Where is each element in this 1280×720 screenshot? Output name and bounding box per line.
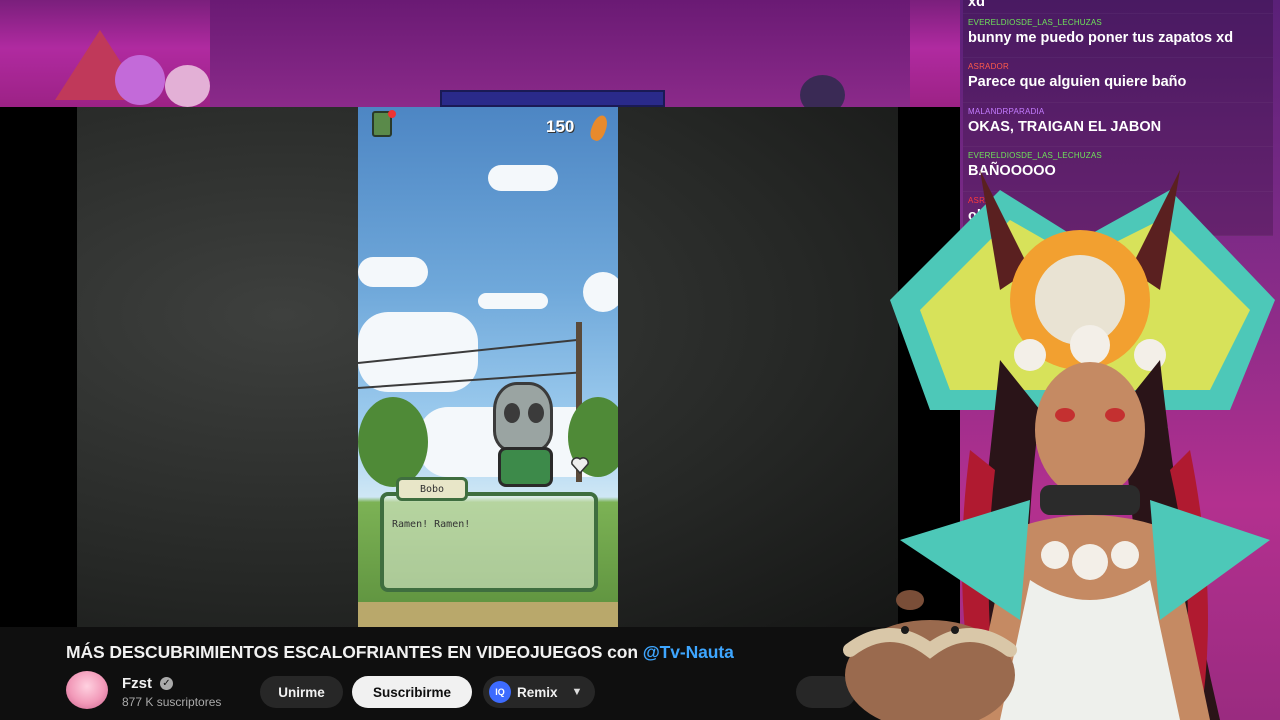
notification-badge xyxy=(388,110,396,118)
chat-message-text: Parece que alguien quiere baño xyxy=(968,74,1187,91)
purple-character xyxy=(115,55,165,105)
capybara-plush xyxy=(843,590,1017,720)
stream-background-top xyxy=(0,0,960,115)
join-button[interactable]: Unirme xyxy=(260,676,343,708)
chat-message: MALANDRPARADIA OKAS, TRAIGAN EL JABON xyxy=(963,102,1273,148)
remix-button[interactable]: IQ Remix ▼ xyxy=(483,676,595,708)
chat-username: EVERELDIOSDE_LAS_LECHUZAS xyxy=(968,18,1102,27)
channel-name[interactable]: Fzst xyxy=(122,675,152,692)
panda-eye xyxy=(528,403,544,423)
tree xyxy=(358,397,428,487)
dialog-text: Ramen! Ramen! xyxy=(392,519,471,530)
channel-avatar[interactable] xyxy=(66,671,108,709)
cat-character xyxy=(165,65,210,107)
subscriber-count: 877 K suscriptores xyxy=(122,695,222,709)
chat-message-text: OKAS, TRAIGAN EL JABON xyxy=(968,118,1162,135)
chat-message: ASRADOR Parece que alguien quiere baño xyxy=(963,58,1273,103)
chat-message: xd xyxy=(963,0,1273,14)
game-screen: Bobo Ramen! Ramen! 150 xyxy=(358,107,618,627)
background-screen xyxy=(440,90,665,107)
chat-message: EVERELDIOSDE_LAS_LECHUZAS bunny me puedo… xyxy=(963,14,1273,59)
remix-icon: IQ xyxy=(489,681,511,703)
cloud xyxy=(488,165,558,191)
chevron-down-icon[interactable]: ▼ xyxy=(572,686,583,698)
remix-label: Remix xyxy=(517,684,558,700)
chat-message-text: bunny me puedo poner tus zapatos xd xyxy=(968,30,1234,46)
video-title-text: MÁS DESCUBRIMIENTOS ESCALOFRIANTES EN VI… xyxy=(66,642,643,662)
video-title: MÁS DESCUBRIMIENTOS ESCALOFRIANTES EN VI… xyxy=(66,642,734,663)
carrot-score: 150 xyxy=(546,117,575,136)
chat-username: ASRADOR xyxy=(968,62,1009,72)
ground xyxy=(358,602,618,627)
panda-shirt xyxy=(498,447,553,487)
chat-message-text: xd xyxy=(968,0,985,10)
cloud xyxy=(358,257,428,287)
stream-screen: Bobo Ramen! Ramen! 150 MÁS DESCUBRIMIENT… xyxy=(0,0,1280,720)
npc-name-tag: Bobo xyxy=(396,477,468,501)
channel-mention-link[interactable]: @Tv-Nauta xyxy=(643,642,734,662)
chat-username: MALANDRPARADIA xyxy=(968,106,1045,116)
cloud xyxy=(583,272,618,312)
dialog-box[interactable] xyxy=(380,492,598,592)
verified-icon: ✓ xyxy=(160,677,173,690)
panda-character xyxy=(493,382,553,452)
heart-icon xyxy=(571,457,589,475)
subscribe-button[interactable]: Suscribirme xyxy=(352,676,472,708)
cloud xyxy=(478,293,548,309)
panda-eye xyxy=(504,403,520,423)
carrot-icon xyxy=(587,113,611,143)
video-player[interactable]: Bobo Ramen! Ramen! 150 xyxy=(0,107,960,627)
